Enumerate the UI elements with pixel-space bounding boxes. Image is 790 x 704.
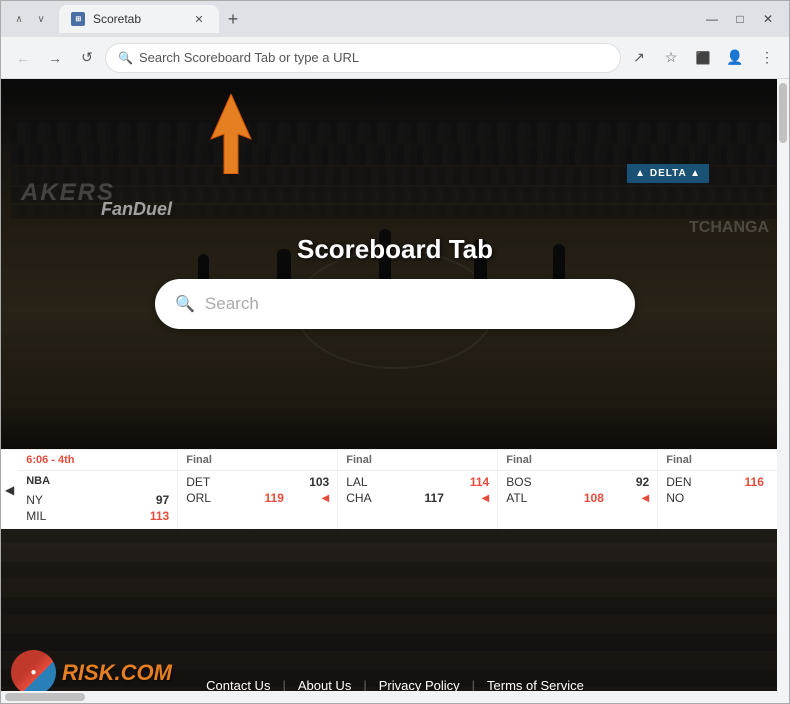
address-bar-search-icon: 🔍 [118,51,133,65]
game2-team1-row: DET 103 [186,475,329,489]
close-button[interactable]: ✕ [755,6,781,32]
game3-team2-abbr: CHA [346,491,376,505]
game3-team1-score: 114 [459,475,489,489]
reload-button[interactable]: ↺ [73,44,101,72]
game1-team2-abbr: MIL [26,509,56,523]
game2-team1-abbr: DET [186,475,216,489]
game4-team2-score: 108 [574,491,604,505]
horizontal-scrollbar[interactable] [1,691,777,703]
scroll-left-button[interactable]: ◀ [1,450,18,529]
extensions-button[interactable]: ⬛ [689,44,717,72]
game3-teams: LAL 114 CHA 117 ◀ [338,471,497,507]
game3: Final LAL 114 CHA 117 ◀ [338,450,498,529]
address-bar[interactable]: 🔍 Search Scoreboard Tab or type a URL [105,43,621,73]
game2-team1-score: 103 [299,475,329,489]
game4-teams: BOS 92 ATL 108 ◀ [498,471,657,507]
game5-team1-score: 116 [734,475,764,489]
arena-brand-left: AKERS [21,179,115,207]
game3-team2-score: 117 [414,491,444,505]
maximize-button[interactable]: □ [727,6,753,32]
tab-title: Scoretab [93,12,183,26]
game3-arrow: ◀ [482,493,490,504]
back-button[interactable]: ← [9,44,37,72]
browser-window: ∧ ∨ ⊞ Scoretab ✕ + — □ ✕ ← → ↺ 🔍 Search … [0,0,790,704]
game2-team2-row: ORL 119 ◀ [186,491,329,505]
menu-button[interactable]: ⋮ [753,44,781,72]
game3-status: Final [338,450,497,471]
game-nba-live: 6:06 - 4th NBA NY 97 MIL 113 [18,450,178,529]
game4-team1-score: 92 [619,475,649,489]
game4-arrow: ◀ [642,493,650,504]
app-title: Scoreboard Tab [1,234,789,265]
new-tab-button[interactable]: + [219,5,247,33]
game2-status: Final [178,450,337,471]
game1-team1-row: NY 97 [26,493,169,507]
game2-team2-score: 119 [254,491,284,505]
bookmark-button[interactable]: ☆ [657,44,685,72]
game1-team1-score: 97 [139,493,169,507]
game5-status: Final [658,450,789,471]
hero-section: ▲ DELTA ▲ FanDuel AKERS TCHANGA Scoreboa… [1,79,789,449]
title-bar: ∧ ∨ ⊞ Scoretab ✕ + — □ ✕ [1,1,789,37]
forward-button[interactable]: → [41,44,69,72]
lower-section: ● RISK.COM Contact Us | About Us | Priva… [1,529,789,703]
game1-status: 6:06 - 4th [18,450,177,471]
tab-favicon: ⊞ [71,12,85,26]
game3-team1-abbr: LAL [346,475,376,489]
search-input[interactable]: Search [205,294,259,314]
game1-league: NBA [18,471,177,491]
game2-team2-abbr: ORL [186,491,216,505]
game3-team1-row: LAL 114 [346,475,489,489]
profile-button[interactable]: 👤 [721,44,749,72]
nav-bar: ← → ↺ 🔍 Search Scoreboard Tab or type a … [1,37,789,79]
tabs-area: ⊞ Scoretab ✕ + [55,5,699,33]
game1-teams: NY 97 MIL 113 [18,491,177,525]
game4-status: Final [498,450,657,471]
game3-team2-row: CHA 117 ◀ [346,491,489,505]
scoreboard-section: ◀ 6:06 - 4th NBA NY 97 MIL 113 [1,449,789,529]
search-icon: 🔍 [175,294,195,314]
tab-close-button[interactable]: ✕ [191,11,207,27]
nav-actions: ↗ ☆ ⬛ 👤 ⋮ [625,44,781,72]
game1-team1-abbr: NY [26,493,56,507]
game4-team1-row: BOS 92 [506,475,649,489]
game5-team1-abbr: DEN [666,475,696,489]
game1-team2-row: MIL 113 [26,509,169,523]
active-tab[interactable]: ⊞ Scoretab ✕ [59,5,219,33]
game4-team2-abbr: ATL [506,491,536,505]
game1-team2-score: 113 [139,509,169,523]
search-box[interactable]: 🔍 Search [155,279,635,329]
game2: Final DET 103 ORL 119 ◀ [178,450,338,529]
h-scrollbar-thumb[interactable] [5,693,85,701]
page-content: ▲ DELTA ▲ FanDuel AKERS TCHANGA Scoreboa… [1,79,789,703]
share-button[interactable]: ↗ [625,44,653,72]
game5-team1-row: DEN 116 ◀ [666,475,789,489]
game5-team2-row: NO 105 [666,491,789,505]
minimize-button[interactable]: — [699,6,725,32]
game2-teams: DET 103 ORL 119 ◀ [178,471,337,507]
vertical-scrollbar[interactable] [777,79,789,703]
game4-team1-abbr: BOS [506,475,536,489]
game5-teams: DEN 116 ◀ NO 105 [658,471,789,507]
game2-arrow: ◀ [322,493,330,504]
address-bar-text: Search Scoreboard Tab or type a URL [139,50,608,65]
game4: Final BOS 92 ATL 108 ◀ [498,450,658,529]
game4-team2-row: ATL 108 ◀ [506,491,649,505]
game5-team2-abbr: NO [666,491,696,505]
delta-sponsor: ▲ DELTA ▲ [627,164,709,183]
scrollbar-thumb[interactable] [779,83,787,143]
chevron-up-icon[interactable]: ∧ [9,10,29,28]
search-container: 🔍 Search [155,279,635,329]
window-controls: — □ ✕ [699,6,781,32]
chevron-down-icon[interactable]: ∨ [31,10,51,28]
game5: Final DEN 116 ◀ NO 105 [658,450,789,529]
